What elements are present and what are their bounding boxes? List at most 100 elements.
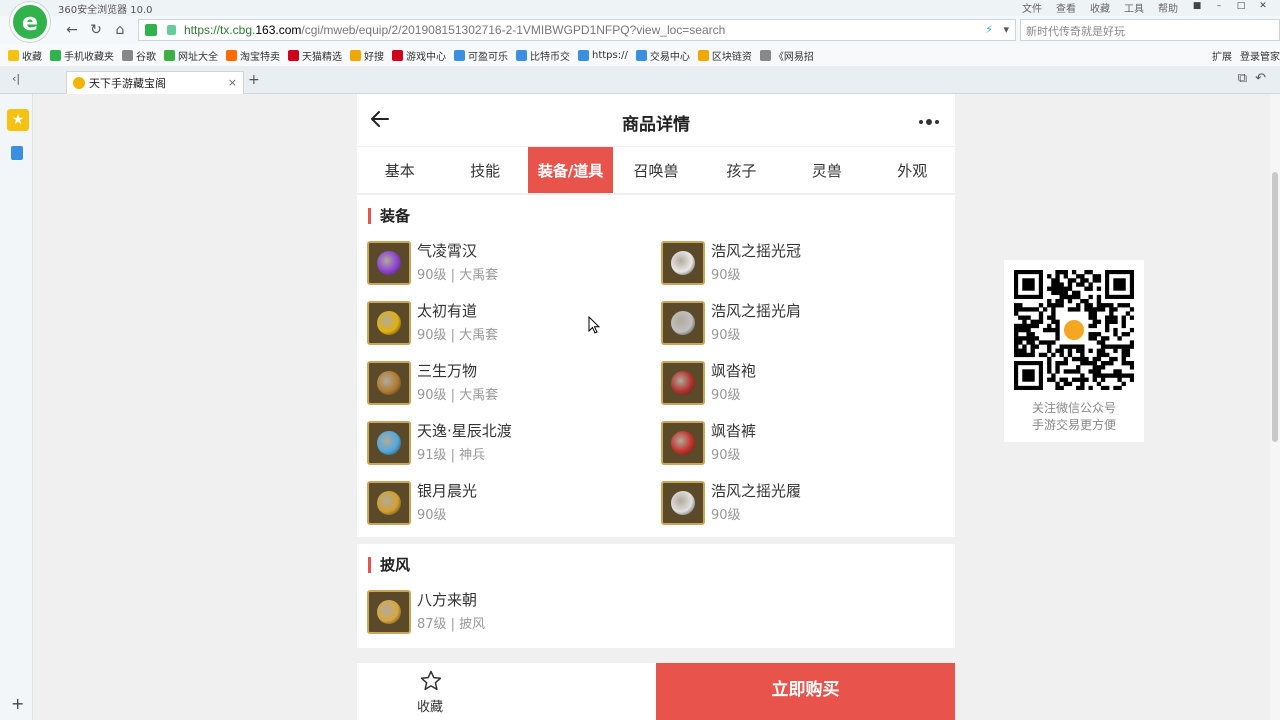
item-name: 天逸·星辰北渡 <box>417 422 512 440</box>
page-title: 商品详情 <box>622 115 690 135</box>
close-tab-icon[interactable]: × <box>228 76 237 89</box>
bookmark-item[interactable]: 游戏中心 <box>392 48 446 63</box>
tab-4[interactable]: 孩子 <box>699 147 784 193</box>
back-icon[interactable]: ← <box>62 20 82 40</box>
notes-icon[interactable] <box>11 146 23 160</box>
bookmark-label: 好搜 <box>364 51 384 63</box>
equipment-section: 装备 气凌霄汉 90级 | 大禹套 太初有道 90级 | 大禹套 三生万物 90级 | 大… <box>357 195 955 537</box>
bookmark-item[interactable]: 谷歌 <box>122 48 156 63</box>
bookmark-item[interactable]: 好搜 <box>350 48 384 63</box>
page-header: 商品详情 <box>357 94 955 146</box>
qr-caption: 关注微信公众号 手游交易更方便 <box>1004 400 1144 434</box>
bookmark-label: 游戏中心 <box>406 51 446 63</box>
bookmark-icon <box>759 49 771 61</box>
bookmark-item[interactable]: 手机收藏夹 <box>50 48 114 63</box>
tab-bar: ‹| 天下手游藏宝阁 × + ⧉ ↶ <box>0 66 1280 94</box>
more-options-icon[interactable] <box>919 119 939 125</box>
browser-tab[interactable]: 天下手游藏宝阁 × <box>66 71 244 94</box>
bookmark-icon <box>454 49 465 61</box>
cape-section-title: 披风 <box>368 557 410 573</box>
bookmark-label: 《网易招 <box>773 51 814 63</box>
item-name: 气凌霄汉 <box>417 242 478 260</box>
address-bar[interactable]: https://tx.cbg.163.com/cgi/mweb/equip/2/… <box>138 19 1016 41</box>
login-manager-button[interactable]: 登录管家 <box>1240 48 1280 63</box>
item-name: 飒沓裤 <box>711 422 757 440</box>
dropdown-icon[interactable]: ▾ <box>1003 23 1009 36</box>
maximize-icon[interactable]: □ <box>1232 0 1250 12</box>
item-icon <box>367 421 411 465</box>
bookmark-item[interactable]: 收藏 <box>8 48 42 63</box>
tab-5[interactable]: 灵兽 <box>784 147 869 193</box>
navigation-bar: ← ↻ ⌂ https://tx.cbg.163.com/cgi/mweb/eq… <box>0 16 1280 44</box>
menu-tools[interactable]: 工具 <box>1124 0 1144 15</box>
bookmark-item[interactable]: 比特币交 <box>516 48 570 63</box>
refresh-icon[interactable]: ↻ <box>86 20 106 40</box>
menu-view[interactable]: 查看 <box>1056 0 1076 15</box>
bookmark-icon <box>164 49 175 61</box>
item-level: 90级 | 大禹套 <box>417 388 499 403</box>
favorites-star-icon[interactable]: ★ <box>7 109 29 131</box>
menu-file[interactable]: 文件 <box>1022 0 1042 15</box>
tab-3[interactable]: 召唤兽 <box>613 147 698 193</box>
lock-icon <box>167 25 176 35</box>
item-icon <box>367 590 411 634</box>
tab-tools: ⧉ ↶ <box>1238 71 1266 86</box>
new-tab-icon[interactable]: + <box>248 72 260 88</box>
extensions-button[interactable]: 扩展 <box>1212 48 1232 63</box>
favorite-label: 收藏 <box>417 700 444 715</box>
item-level: 90级 <box>711 508 741 523</box>
bookmark-icon <box>350 49 361 61</box>
equipment-section-title: 装备 <box>368 208 410 224</box>
tab-list-icon[interactable]: ‹| <box>12 72 20 85</box>
browser-sidebar: ★ + <box>0 94 33 720</box>
bookmark-label: 手机收藏夹 <box>64 51 114 63</box>
bookmark-item[interactable]: 交易中心 <box>635 48 690 63</box>
item-icon <box>661 481 705 525</box>
bookmark-item[interactable]: 淘宝特卖 <box>226 48 280 63</box>
bookmark-label: 比特币交 <box>530 51 570 63</box>
menu-favorites[interactable]: 收藏 <box>1090 0 1110 15</box>
item-level: 90级 | 大禹套 <box>417 268 499 283</box>
item-icon <box>367 301 411 345</box>
bookmark-item[interactable]: 可盈可乐 <box>454 48 508 63</box>
item-icon <box>661 361 705 405</box>
undo-close-icon[interactable]: ↶ <box>1255 71 1266 86</box>
skin-icon[interactable]: ■ <box>1188 0 1206 12</box>
search-input[interactable]: 新时代传奇就是好玩 <box>1020 19 1280 41</box>
tab-6[interactable]: 外观 <box>870 147 955 193</box>
item-level: 91级 | 神兵 <box>417 448 486 463</box>
close-window-icon[interactable]: ✕ <box>1254 0 1272 12</box>
sidebar-add-icon[interactable]: + <box>11 694 24 713</box>
qr-code-image <box>1014 270 1134 390</box>
restore-tabs-icon[interactable]: ⧉ <box>1238 71 1247 86</box>
item-level: 87级 | 披风 <box>417 617 486 632</box>
bookmark-item[interactable]: 天猫精选 <box>288 48 342 63</box>
item-icon <box>661 301 705 345</box>
item-name: 飒沓袍 <box>711 362 757 380</box>
bookmark-item[interactable]: 《网易招 <box>759 48 814 63</box>
lightning-icon[interactable]: ⚡ <box>985 23 993 36</box>
qr-code-card: 关注微信公众号 手游交易更方便 <box>1004 260 1144 442</box>
window-title: 360安全浏览器 10.0 <box>58 5 153 16</box>
minimize-icon[interactable]: – <box>1210 0 1228 12</box>
item-level: 90级 <box>711 448 741 463</box>
mouse-cursor-icon <box>588 316 600 334</box>
window-controls: ■ – □ ✕ <box>1188 0 1272 12</box>
bookmarks-bar: 收藏 手机收藏夹 谷歌 网址大全 淘宝特卖 天猫精选 好搜 游戏中心 可盈可乐 比特币交 https… <box>0 44 1280 66</box>
tab-0[interactable]: 基本 <box>357 147 442 193</box>
scrollbar-thumb[interactable] <box>1272 172 1278 442</box>
page-scrollbar[interactable] <box>1270 94 1280 720</box>
tab-1[interactable]: 技能 <box>442 147 527 193</box>
buy-now-button[interactable]: 立即购买 <box>656 663 955 720</box>
home-icon[interactable]: ⌂ <box>110 20 130 40</box>
category-tabs: 基本 技能 装备/道具 召唤兽 孩子 灵兽 外观 <box>357 146 955 194</box>
menu-help[interactable]: 帮助 <box>1158 0 1178 15</box>
bookmark-item[interactable]: 网址大全 <box>164 48 218 63</box>
url-text[interactable]: https://tx.cbg.163.com/cgi/mweb/equip/2/… <box>184 23 725 37</box>
item-name: 浩风之摇光冠 <box>711 242 802 260</box>
tab-2[interactable]: 装备/道具 <box>527 147 614 193</box>
bookmark-icon <box>8 49 19 61</box>
favorite-button[interactable]: 收藏 <box>357 663 656 720</box>
bookmark-item[interactable]: 区块链资 <box>697 48 752 63</box>
bookmark-item[interactable]: https:// <box>578 48 628 63</box>
